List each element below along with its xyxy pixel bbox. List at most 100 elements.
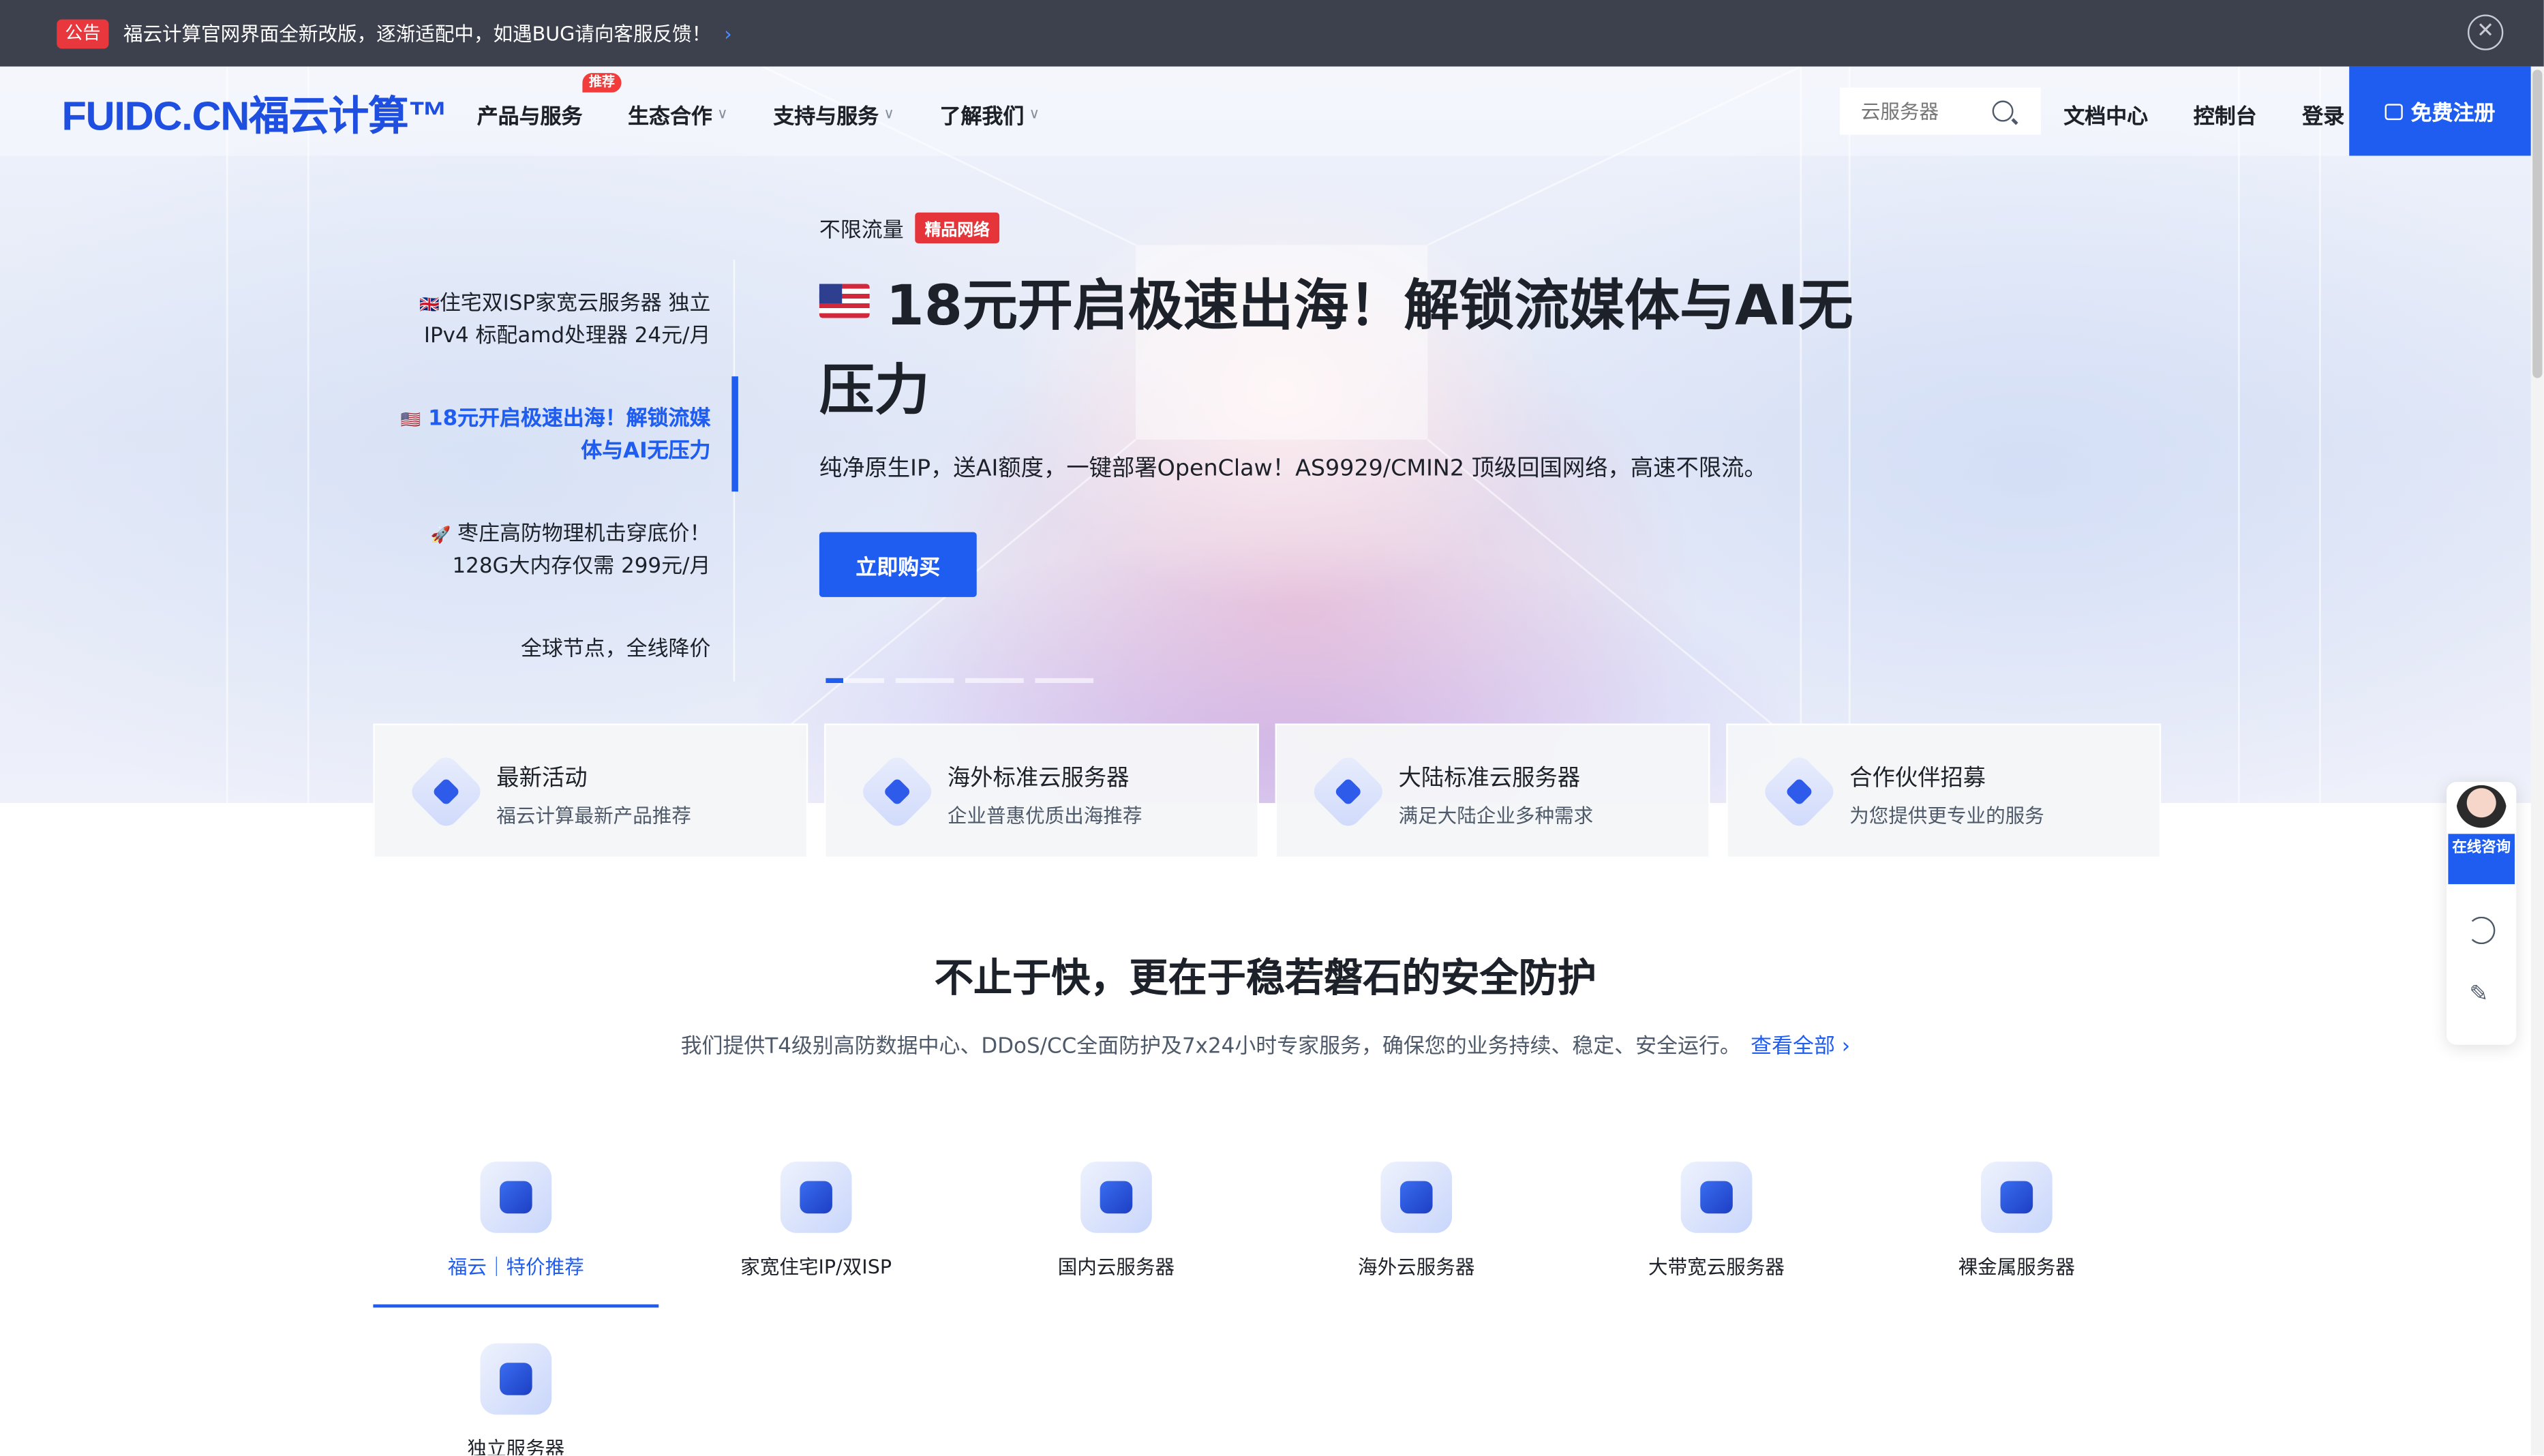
category-label: 裸金属服务器	[1958, 1256, 2076, 1279]
register-button[interactable]: 免费注册	[2349, 66, 2531, 156]
nav-links: 文档中心 控制台 登录	[2063, 99, 2389, 130]
logo[interactable]: FUIDC.CN福云计算™	[61, 85, 448, 143]
server-icon	[1980, 1162, 2053, 1233]
menu-label: 支持与服务	[773, 105, 879, 130]
slide-tab-2[interactable]: 🇺🇸 18元开启极速出海！解锁流媒体与AI无压力	[386, 404, 711, 468]
menu-label: 了解我们	[939, 105, 1025, 130]
buy-now-button[interactable]: 立即购买	[819, 532, 977, 597]
online-consult-button[interactable]: 在线咨询	[2448, 834, 2515, 885]
slide-tab-label: 18元开启极速出海！解锁流媒体与AI无压力	[421, 407, 711, 464]
category-label: 海外云服务器	[1358, 1256, 1475, 1279]
carousel-dot[interactable]	[1035, 678, 1094, 683]
category-tab-domestic[interactable]: 国内云服务器	[973, 1162, 1259, 1280]
slide-tab-4[interactable]: 全球节点，全线降价	[386, 635, 710, 665]
star-monitor-icon	[480, 1162, 552, 1233]
slide-tabs: 🇬🇧住宅双ISP家宽云服务器 独立IPv4 标配amd处理器 24元/月 🇺🇸 …	[373, 259, 738, 682]
announcement-text[interactable]: 福云计算官网界面全新改版，逐渐适配中，如遇BUG请向客服反馈！	[123, 20, 711, 47]
chevron-down-icon: ∨	[717, 106, 728, 123]
chevron-right-icon[interactable]: ›	[724, 22, 731, 44]
page: 公告 福云计算官网界面全新改版，逐渐适配中，如遇BUG请向客服反馈！ › ✕ F…	[0, 0, 2544, 1455]
feature-card-mainland[interactable]: 大陆标准云服务器 满足大陆企业多种需求	[1275, 723, 1710, 859]
network-icon	[1759, 752, 1839, 832]
view-all-link[interactable]: 查看全部 ›	[1751, 1035, 1850, 1059]
uk-flag-icon: 🇬🇧	[419, 297, 440, 315]
nav-link-login[interactable]: 登录	[2302, 99, 2344, 130]
avatar[interactable]	[2456, 785, 2507, 836]
shield-icon	[1309, 752, 1388, 832]
menu-products[interactable]: 产品与服务	[477, 99, 583, 130]
slide-tab-label: 住宅双ISP家宽云服务器 独立IPv4 标配amd处理器 24元/月	[423, 292, 711, 349]
section-title: 不止于快，更在于稳若磐石的安全防护	[934, 955, 1596, 1001]
feature-card-title: 海外标准云服务器	[947, 765, 1130, 792]
nav-link-docs[interactable]: 文档中心	[2063, 99, 2148, 130]
feature-card-subtitle: 满足大陆企业多种需求	[1398, 804, 1594, 828]
category-tab-special[interactable]: 福云｜特价推荐	[373, 1162, 658, 1280]
menu-label: 产品与服务	[476, 105, 583, 130]
category-tab-overseas[interactable]: 海外云服务器	[1273, 1162, 1559, 1280]
announcement-bar: 公告 福云计算官网界面全新改版，逐渐适配中，如遇BUG请向客服反馈！ › ✕	[0, 0, 2544, 67]
feature-card-title: 最新活动	[496, 765, 588, 792]
refresh-icon[interactable]	[2467, 916, 2496, 945]
hero-description: 纯净原生IP，送AI额度，一键部署OpenClaw！AS9929/CMIN2 顶…	[819, 455, 1767, 482]
hero-subtitle-text: 不限流量	[819, 219, 904, 244]
feature-cards: 最新活动 福云计算最新产品推荐 海外标准云服务器 企业普惠优质出海推荐 大陆标准…	[373, 723, 2177, 859]
feature-card-title: 大陆标准云服务器	[1398, 765, 1581, 792]
globe-icon	[1380, 1162, 1453, 1233]
nav-link-console[interactable]: 控制台	[2194, 99, 2257, 130]
category-label: 独立服务器	[467, 1437, 565, 1455]
dna-icon	[858, 752, 937, 832]
section-description: 我们提供T4级别高防数据中心、DDoS/CC全面防护及7x24小时专家服务，确保…	[0, 1029, 2531, 1059]
top-nav: FUIDC.CN福云计算™ 产品与服务 推荐 生态合作 ∨ 支持与服务 ∨ 了解…	[0, 66, 2531, 156]
hero-title: 18元开启极速出海！解锁流媒体与AI无压力	[819, 264, 1858, 434]
cloud-icon	[780, 1162, 852, 1233]
slide-tab-label: 枣庄高防物理机击穿底价！128G大内存仅需 299元/月	[451, 522, 711, 579]
scrollbar[interactable]	[2530, 66, 2544, 1455]
rocket-icon: 🚀	[430, 527, 451, 545]
hero-subtitle: 不限流量 精品网络	[819, 212, 1000, 244]
scrollbar-thumb[interactable]	[2532, 70, 2543, 378]
edit-icon[interactable]: ✎	[2469, 982, 2494, 1007]
menu-label: 生态合作	[628, 105, 712, 130]
register-label: 免费注册	[2410, 102, 2496, 127]
bag-icon	[2384, 103, 2403, 119]
menu-ecosystem[interactable]: 推荐 生态合作 ∨	[582, 73, 728, 130]
slide-tab-3[interactable]: 🚀 枣庄高防物理机击穿底价！128G大内存仅需 299元/月	[386, 519, 711, 583]
category-label: 国内云服务器	[1057, 1256, 1175, 1279]
close-icon[interactable]: ✕	[2467, 14, 2504, 50]
recommend-badge: 推荐	[582, 73, 622, 93]
slide-tab-1[interactable]: 🇬🇧住宅双ISP家宽云服务器 独立IPv4 标配amd处理器 24元/月	[386, 289, 710, 352]
carousel-indicators	[826, 678, 1104, 683]
category-tab-residential[interactable]: 家宽住宅IP/双ISP	[673, 1162, 959, 1280]
tower-icon	[1080, 1162, 1152, 1233]
feature-card-partners[interactable]: 合作伙伴招募 为您提供更专业的服务	[1726, 723, 2162, 859]
category-tab-bare-metal[interactable]: 裸金属服务器	[1874, 1162, 2160, 1280]
category-label: 福云｜特价推荐	[447, 1256, 584, 1279]
menu-support[interactable]: 支持与服务 ∨	[773, 99, 894, 130]
category-active-underline	[373, 1304, 659, 1308]
category-tab-bandwidth[interactable]: 大带宽云服务器	[1574, 1162, 1860, 1280]
feature-card-activities[interactable]: 最新活动 福云计算最新产品推荐	[373, 723, 808, 859]
database-icon	[480, 1343, 552, 1415]
section-description-text: 我们提供T4级别高防数据中心、DDoS/CC全面防护及7x24小时专家服务，确保…	[680, 1035, 1741, 1060]
us-flag-icon: 🇺🇸	[400, 412, 421, 430]
robot-icon	[1680, 1162, 1753, 1233]
search-icon[interactable]	[1992, 100, 2014, 122]
carousel-dot[interactable]	[826, 678, 885, 683]
main-menu: 产品与服务 推荐 生态合作 ∨ 支持与服务 ∨ 了解我们 ∨	[477, 73, 1085, 130]
slide-tab-label: 全球节点，全线降价	[520, 637, 711, 663]
category-label: 家宽住宅IP/双ISP	[740, 1256, 892, 1279]
feature-card-title: 合作伙伴招募	[1849, 765, 1986, 792]
carousel-dot[interactable]	[895, 678, 954, 683]
category-tab-dedicated[interactable]: 独立服务器	[373, 1343, 658, 1455]
hero-title-text: 18元开启极速出海！解锁流媒体与AI无压力	[819, 274, 1853, 424]
feature-card-overseas[interactable]: 海外标准云服务器 企业普惠优质出海推荐	[824, 723, 1259, 859]
feature-card-subtitle: 福云计算最新产品推荐	[496, 804, 691, 828]
slide-tab-active-indicator	[731, 376, 738, 492]
category-label: 大带宽云服务器	[1648, 1256, 1785, 1279]
chevron-down-icon: ∨	[883, 106, 894, 123]
feature-card-subtitle: 为您提供更专业的服务	[1849, 804, 2044, 828]
carousel-dot[interactable]	[965, 678, 1024, 683]
menu-about[interactable]: 了解我们 ∨	[940, 99, 1040, 130]
feature-card-subtitle: 企业普惠优质出海推荐	[947, 804, 1142, 828]
customer-service-widget: 在线咨询 ✎	[2447, 782, 2517, 1045]
